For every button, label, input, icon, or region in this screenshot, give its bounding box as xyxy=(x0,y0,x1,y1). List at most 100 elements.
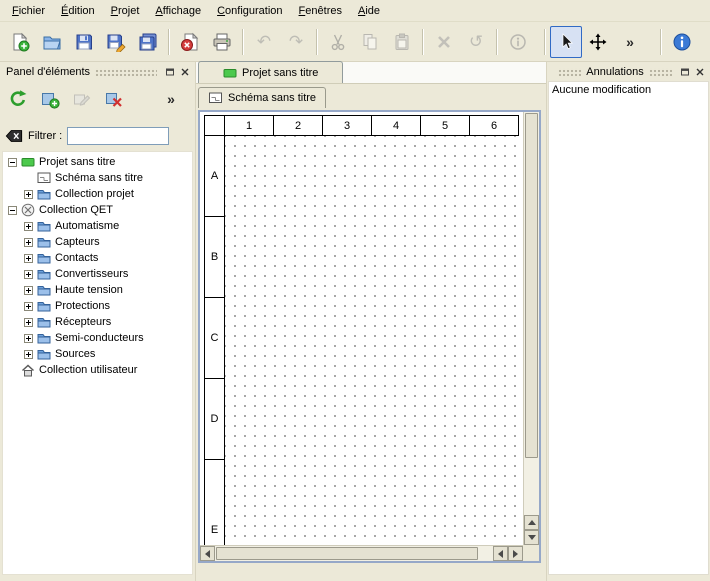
copy-button[interactable] xyxy=(354,26,386,58)
horizontal-scrollbar-thumb[interactable] xyxy=(216,547,478,560)
close-panel-button[interactable] xyxy=(693,65,707,79)
select-tool-button[interactable] xyxy=(550,26,582,58)
expand-expander[interactable] xyxy=(24,254,33,263)
menu-configuration[interactable]: Configuration xyxy=(209,2,290,20)
float-panel-button[interactable] xyxy=(678,65,692,79)
delete-button[interactable] xyxy=(428,26,460,58)
scroll-right-button[interactable] xyxy=(508,546,523,561)
project-tabbar: Projet sans titre xyxy=(196,62,546,84)
horizontal-scrollbar-track[interactable] xyxy=(215,546,493,561)
tree-item-haute-tension[interactable]: Haute tension xyxy=(3,282,192,298)
expand-expander[interactable] xyxy=(24,286,33,295)
expand-expander[interactable] xyxy=(24,334,33,343)
elements-panel-dock: Panel d'éléments xyxy=(0,62,196,581)
scroll-down-button[interactable] xyxy=(524,530,539,545)
elements-panel-titlebar[interactable]: Panel d'éléments xyxy=(0,62,195,81)
folder-icon xyxy=(37,315,51,329)
menu-affichage[interactable]: Affichage xyxy=(147,2,209,20)
new-element-button[interactable] xyxy=(36,85,64,113)
dock-grip[interactable] xyxy=(95,68,157,76)
open-project-button[interactable] xyxy=(36,26,68,58)
dock-grip[interactable] xyxy=(558,68,581,76)
move-arrows-icon xyxy=(588,32,608,52)
vertical-scrollbar[interactable] xyxy=(523,112,539,545)
rotate-button[interactable]: ↺ xyxy=(460,26,492,58)
folder-icon xyxy=(37,299,51,313)
tree-item-collection-utilisateur[interactable]: Collection utilisateur xyxy=(3,362,192,378)
menu-fenetres[interactable]: Fenêtres xyxy=(291,2,350,20)
tree-item-convertisseurs[interactable]: Convertisseurs xyxy=(3,266,192,282)
tree-item-label: Semi-conducteurs xyxy=(55,332,144,344)
toolbar-more-button[interactable]: » xyxy=(614,26,646,58)
chevron-double-right-icon: » xyxy=(626,35,634,49)
delete-element-button[interactable] xyxy=(100,85,128,113)
close-icon xyxy=(180,67,190,77)
expand-expander[interactable] xyxy=(24,270,33,279)
tree-item-capteurs[interactable]: Capteurs xyxy=(3,234,192,250)
menu-projet[interactable]: Projet xyxy=(103,2,148,20)
panel-more-button[interactable]: » xyxy=(157,85,185,113)
scroll-left-button-2[interactable] xyxy=(493,546,508,561)
scroll-left-button[interactable] xyxy=(200,546,215,561)
new-project-button[interactable] xyxy=(4,26,36,58)
tree-item-label: Récepteurs xyxy=(55,316,111,328)
dock-grip[interactable] xyxy=(649,68,672,76)
undo-panel-titlebar[interactable]: Annulations xyxy=(547,62,710,81)
float-panel-button[interactable] xyxy=(163,65,177,79)
save-button[interactable] xyxy=(68,26,100,58)
collapse-expander[interactable] xyxy=(8,158,17,167)
expand-expander[interactable] xyxy=(24,318,33,327)
tree-item-schema[interactable]: Schéma sans titre xyxy=(3,170,192,186)
diagram-grid[interactable] xyxy=(225,136,519,545)
expand-expander[interactable] xyxy=(24,238,33,247)
project-tab[interactable]: Projet sans titre xyxy=(198,61,343,83)
tree-item-semi-conducteurs[interactable]: Semi-conducteurs xyxy=(3,330,192,346)
tree-item-sources[interactable]: Sources xyxy=(3,346,192,362)
undo-history-list[interactable]: Aucune modification xyxy=(548,81,709,575)
collapse-expander[interactable] xyxy=(8,206,17,215)
clear-filter-icon[interactable] xyxy=(5,128,23,144)
about-button[interactable] xyxy=(666,26,698,58)
tree-item-label: Protections xyxy=(55,300,110,312)
edit-element-button[interactable] xyxy=(68,85,96,113)
tree-item-collection-qet[interactable]: Collection QET xyxy=(3,202,192,218)
expand-expander[interactable] xyxy=(24,222,33,231)
scroll-up-button[interactable] xyxy=(524,515,539,530)
redo-button[interactable]: ↷ xyxy=(280,26,312,58)
menu-fichier[interactable]: Fichier xyxy=(4,2,53,20)
close-file-button[interactable] xyxy=(174,26,206,58)
save-as-button[interactable] xyxy=(100,26,132,58)
schema-tab[interactable]: Schéma sans titre xyxy=(198,87,326,108)
undo-button[interactable]: ↶ xyxy=(248,26,280,58)
undo-empty-text: Aucune modification xyxy=(552,84,651,96)
paste-button[interactable] xyxy=(386,26,418,58)
expand-expander[interactable] xyxy=(24,302,33,311)
tree-item-project[interactable]: Projet sans titre xyxy=(3,154,192,170)
menu-aide[interactable]: Aide xyxy=(350,2,388,20)
expand-expander[interactable] xyxy=(24,350,33,359)
tree-item-collection-projet[interactable]: Collection projet xyxy=(3,186,192,202)
diagram-viewport[interactable]: 1 2 3 4 5 6 A B C D E xyxy=(200,112,523,545)
horizontal-scrollbar[interactable] xyxy=(200,545,523,561)
filter-input[interactable] xyxy=(67,127,169,145)
redo-icon: ↷ xyxy=(289,33,303,50)
print-button[interactable] xyxy=(206,26,238,58)
vertical-scrollbar-thumb[interactable] xyxy=(525,113,538,458)
tree-item-contacts[interactable]: Contacts xyxy=(3,250,192,266)
expand-expander[interactable] xyxy=(24,190,33,199)
menu-edition[interactable]: Édition xyxy=(53,2,103,20)
cut-button[interactable] xyxy=(322,26,354,58)
up-arrow-icon xyxy=(528,520,536,525)
move-tool-button[interactable] xyxy=(582,26,614,58)
project-tab-label: Projet sans titre xyxy=(242,67,318,79)
tree-item-automatisme[interactable]: Automatisme xyxy=(3,218,192,234)
info-button[interactable] xyxy=(502,26,534,58)
close-file-icon xyxy=(180,32,200,52)
tree-item-recepteurs[interactable]: Récepteurs xyxy=(3,314,192,330)
reload-collections-button[interactable] xyxy=(4,85,32,113)
ruler-corner xyxy=(205,116,225,136)
save-all-button[interactable] xyxy=(132,26,164,58)
tree-item-protections[interactable]: Protections xyxy=(3,298,192,314)
tree-item-label: Collection projet xyxy=(55,188,134,200)
close-panel-button[interactable] xyxy=(178,65,192,79)
